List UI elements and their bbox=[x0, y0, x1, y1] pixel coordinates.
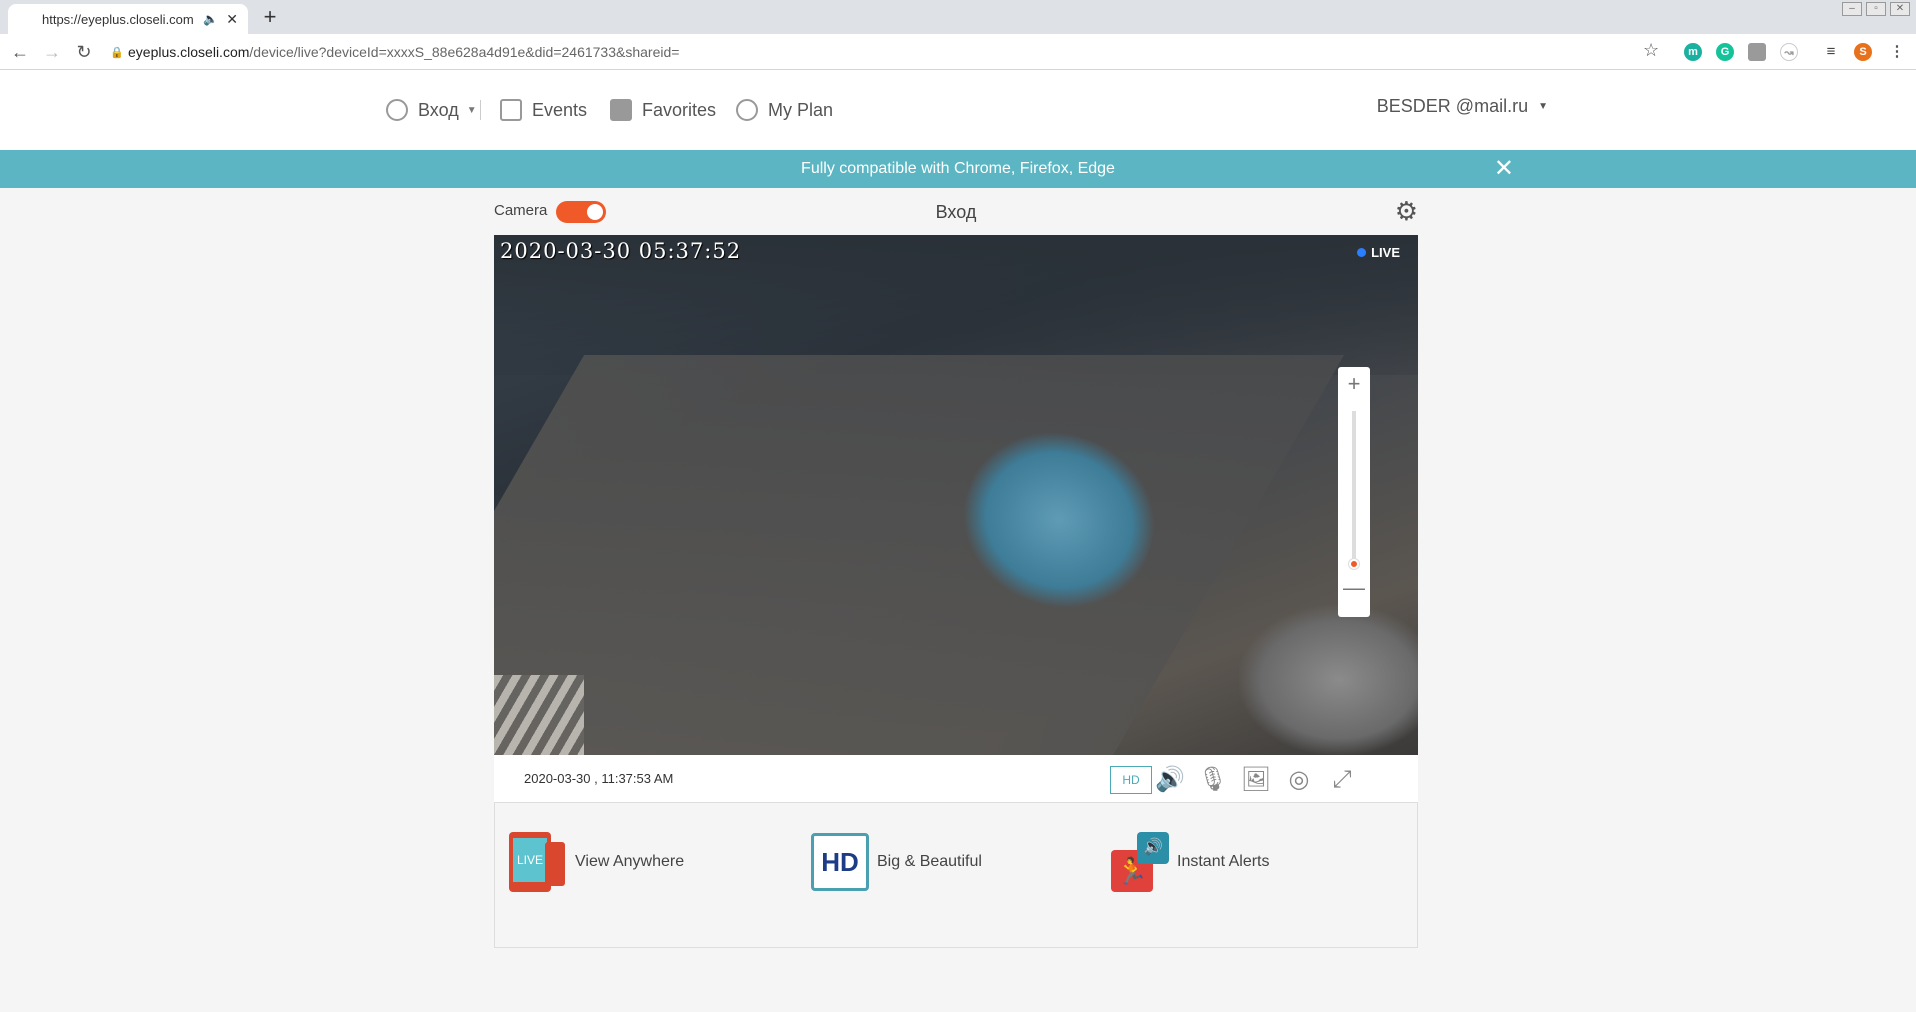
player-controls: 2020-03-30 , 11:37:53 AM HD 🔊 🎙 🖼 ◎ ⤢ bbox=[494, 755, 1418, 803]
current-time: 2020-03-30 , 11:37:53 AM bbox=[524, 771, 674, 786]
nav-plan-label: My Plan bbox=[768, 99, 834, 120]
feature-label: View Anywhere bbox=[575, 853, 685, 870]
nav-favorites[interactable]: Favorites bbox=[610, 96, 716, 124]
url-path: /device/live?deviceId=xxxxS_88e628a4d91e… bbox=[249, 44, 680, 60]
user-menu[interactable]: BESDER @mail.ru ▼ bbox=[1377, 96, 1548, 117]
live-badge-text: LIVE bbox=[513, 838, 547, 882]
reload-button[interactable]: ↻ bbox=[72, 40, 96, 64]
feature-big-beautiful: HD Big & Beautiful bbox=[811, 831, 982, 893]
forward-button[interactable]: → bbox=[40, 40, 64, 64]
banner-text: Fully compatible with Chrome, Firefox, E… bbox=[801, 160, 1115, 177]
browser-menu-icon[interactable]: ⋮ bbox=[1888, 43, 1906, 61]
zoom-out-button[interactable]: — bbox=[1338, 575, 1370, 601]
user-email: BESDER @mail.ru bbox=[1376, 96, 1529, 116]
window-controls: – ▫ ✕ bbox=[1842, 2, 1910, 16]
browser-toolbar: ← → ↻ 🔒 eyeplus.closeli.com /device/live… bbox=[0, 34, 1916, 70]
address-bar[interactable]: 🔒 eyeplus.closeli.com /device/live?devic… bbox=[110, 38, 1670, 66]
url-host: eyeplus.closeli.com bbox=[128, 44, 250, 60]
zoom-slider-track[interactable] bbox=[1352, 411, 1356, 561]
back-button[interactable]: ← bbox=[8, 40, 32, 64]
toggle-knob bbox=[587, 204, 603, 220]
nav-home-label: Вход bbox=[418, 99, 459, 120]
close-icon[interactable]: ✕ bbox=[1494, 150, 1514, 188]
zoom-control: + — bbox=[1338, 367, 1370, 617]
media-control-icon[interactable]: ≡ bbox=[1822, 43, 1840, 61]
play-circle-icon bbox=[736, 99, 758, 121]
bookmark-star-icon[interactable]: ☆ bbox=[1643, 40, 1659, 61]
profile-avatar[interactable]: S bbox=[1854, 43, 1872, 61]
extension-icon[interactable] bbox=[1748, 43, 1766, 61]
speaker-icon[interactable]: 🔈 bbox=[203, 12, 218, 26]
tab-close-icon[interactable]: ✕ bbox=[226, 11, 238, 28]
video-road bbox=[494, 355, 1345, 755]
phone-shape bbox=[545, 842, 565, 886]
feature-view-anywhere: LIVE View Anywhere bbox=[509, 831, 684, 893]
minimize-button[interactable]: – bbox=[1842, 2, 1862, 16]
camera-name: Вход bbox=[935, 202, 977, 222]
fullscreen-icon[interactable]: ⤢ bbox=[1326, 765, 1358, 795]
live-devices-icon: LIVE bbox=[509, 832, 567, 892]
camera-toggle-label: Camera bbox=[494, 202, 548, 219]
volume-icon[interactable]: 🔊 bbox=[1154, 765, 1186, 795]
restore-button[interactable]: ▫ bbox=[1866, 2, 1886, 16]
camera-icon bbox=[386, 99, 408, 121]
nav-divider bbox=[480, 100, 481, 120]
feature-label: Instant Alerts bbox=[1177, 853, 1270, 870]
chevron-down-icon: ▼ bbox=[1538, 101, 1548, 112]
feature-label: Big & Beautiful bbox=[877, 853, 982, 870]
live-dot-icon bbox=[1357, 248, 1367, 257]
zoom-slider-thumb[interactable] bbox=[1349, 559, 1359, 569]
browser-tabstrip: https://eyeplus.closeli.com 🔈 ✕ + – ▫ ✕ bbox=[0, 0, 1916, 34]
hd-button[interactable]: HD bbox=[1110, 766, 1152, 794]
tab-title: https://eyeplus.closeli.com bbox=[42, 11, 194, 27]
feature-instant-alerts: 🏃 🔊 Instant Alerts bbox=[1111, 831, 1270, 893]
new-tab-button[interactable]: + bbox=[258, 6, 282, 30]
snapshot-icon[interactable]: 🖼 bbox=[1240, 765, 1272, 795]
nav-events[interactable]: Events bbox=[500, 96, 587, 124]
camera-toggle[interactable] bbox=[556, 201, 606, 223]
browser-tab[interactable]: https://eyeplus.closeli.com 🔈 ✕ bbox=[8, 4, 248, 34]
osd-timestamp: 2020-03-30 05:37:52 bbox=[500, 239, 742, 263]
nav-favorites-label: Favorites bbox=[642, 99, 717, 120]
compatibility-banner: Fully compatible with Chrome, Firefox, E… bbox=[0, 150, 1916, 188]
grammarly-icon[interactable]: G bbox=[1716, 43, 1734, 61]
app-header: Вход ▼ Events Favorites My Plan BESDER @… bbox=[0, 70, 1916, 150]
live-video[interactable]: 2020-03-30 05:37:52 LIVE + — bbox=[494, 235, 1418, 755]
video-stairs bbox=[494, 675, 584, 755]
chevron-down-icon: ▼ bbox=[466, 104, 477, 116]
close-window-button[interactable]: ✕ bbox=[1890, 2, 1910, 16]
live-label: LIVE bbox=[1371, 245, 1400, 260]
favorites-icon bbox=[610, 99, 632, 121]
nav-events-label: Events bbox=[532, 99, 588, 120]
camera-header: Вход Camera ⚙ bbox=[494, 196, 1418, 230]
extension-icon-2[interactable]: ↝ bbox=[1780, 43, 1798, 61]
nav-home[interactable]: Вход ▼ bbox=[386, 96, 477, 124]
alert-icon: 🏃 🔊 bbox=[1111, 832, 1169, 892]
film-icon bbox=[500, 99, 522, 121]
video-grey-car bbox=[1239, 605, 1418, 755]
zoom-in-button[interactable]: + bbox=[1338, 371, 1370, 397]
lock-icon: 🔒 bbox=[110, 46, 124, 59]
sound-icon: 🔊 bbox=[1137, 832, 1169, 864]
live-badge: LIVE bbox=[1357, 245, 1400, 260]
microphone-icon[interactable]: 🎙 bbox=[1197, 765, 1229, 795]
ptz-icon[interactable]: ◎ bbox=[1283, 765, 1315, 795]
hd-icon: HD bbox=[811, 833, 869, 891]
nav-plan[interactable]: My Plan bbox=[736, 96, 833, 124]
m-extension-icon[interactable]: m bbox=[1684, 43, 1702, 61]
features-panel: LIVE View Anywhere HD Big & Beautiful 🏃 … bbox=[494, 803, 1418, 948]
gear-icon[interactable]: ⚙ bbox=[1395, 196, 1418, 227]
